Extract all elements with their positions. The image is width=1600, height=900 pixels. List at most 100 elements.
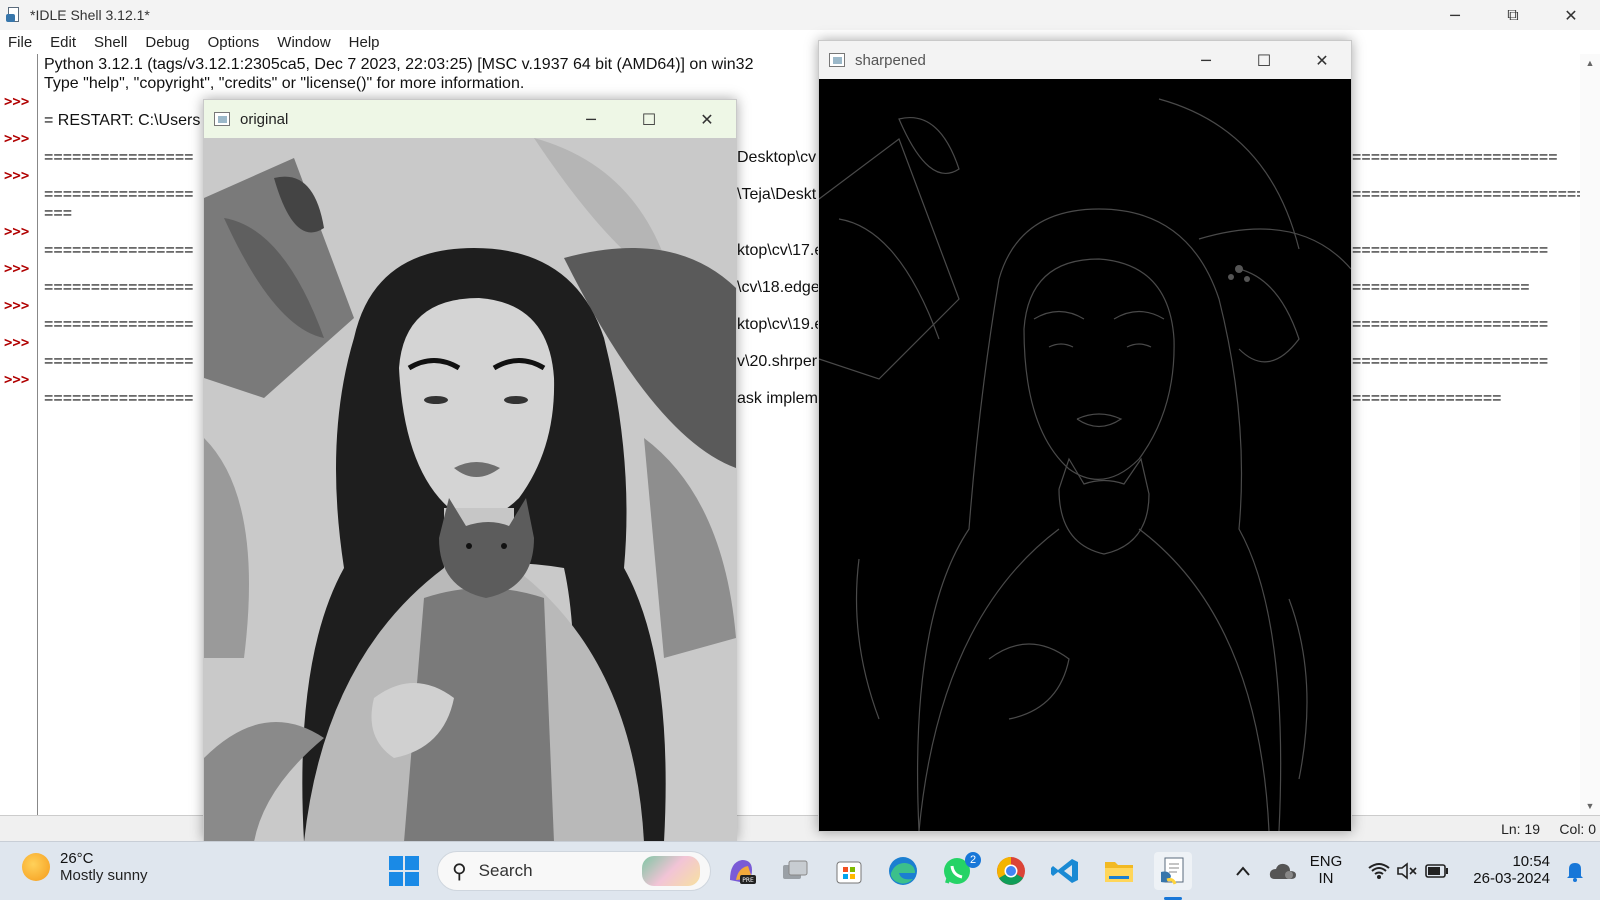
prompt-gutter: >>> >>> >>> >>> >>> >>> >>> >>> [0, 54, 38, 815]
shell-line: Type "help", "copyright", "credits" or "… [44, 75, 525, 92]
weather-temperature: 26°C [60, 850, 94, 867]
restore-icon[interactable]: ⧉ [1484, 0, 1542, 30]
original-window-title-bar[interactable]: original ─ ☐ ✕ [204, 100, 736, 138]
show-hidden-icons-chevron-icon[interactable] [1224, 852, 1262, 890]
language-code: ENG [1309, 853, 1343, 870]
maximize-icon[interactable]: ☐ [1235, 41, 1293, 79]
original-window-controls: ─ ☐ ✕ [562, 100, 736, 138]
task-view-icon[interactable] [776, 852, 814, 890]
menu-file[interactable]: File [8, 34, 32, 51]
original-image-window[interactable]: original ─ ☐ ✕ [203, 99, 737, 842]
close-icon[interactable]: ✕ [1293, 41, 1351, 79]
shell-line: ktop\cv\17.e [737, 242, 824, 259]
chrome-browser-icon[interactable] [992, 852, 1030, 890]
shell-prompt: >>> [4, 168, 30, 184]
minimize-icon[interactable]: ─ [1177, 41, 1235, 79]
file-explorer-icon[interactable] [1100, 852, 1138, 890]
search-icon: ⚲ [452, 859, 467, 883]
original-grayscale-image [204, 138, 736, 842]
idle-title-bar[interactable]: *IDLE Shell 3.12.1* ─ ⧉ ✕ [0, 0, 1600, 30]
shell-line: Desktop\cv [737, 149, 817, 166]
minimize-icon[interactable]: ─ [562, 100, 620, 138]
menu-window[interactable]: Window [277, 34, 330, 51]
window-app-icon [214, 112, 230, 126]
taskbar-clock[interactable]: 10:54 26-03-2024 [1462, 853, 1550, 887]
idle-window-controls: ─ ⧉ ✕ [1426, 0, 1600, 30]
shell-line: ================ [44, 390, 194, 407]
shell-line: ========================= [1352, 186, 1586, 203]
sun-icon [22, 853, 50, 881]
shell-line: \cv\18.edge [737, 279, 820, 296]
battery-icon[interactable] [1418, 852, 1456, 890]
shell-line: ================ [44, 186, 194, 203]
svg-text:PRE: PRE [742, 877, 754, 884]
close-icon[interactable]: ✕ [678, 100, 736, 138]
sharpened-window-title-bar[interactable]: sharpened ─ ☐ ✕ [819, 41, 1351, 79]
shell-line: === [44, 205, 73, 222]
shell-line: ====================== [1352, 149, 1558, 166]
windows-logo-icon [389, 856, 419, 886]
column-number-status: Col: 0 [1559, 821, 1596, 837]
idle-window-title: *IDLE Shell 3.12.1* [30, 7, 150, 23]
shell-scrollbar[interactable]: ▲ ▼ [1580, 54, 1600, 815]
shell-line: ===================== [1352, 242, 1549, 259]
close-icon[interactable]: ✕ [1542, 0, 1600, 30]
shell-prompt: >>> [4, 261, 30, 277]
taskbar-search-box[interactable]: ⚲ Search [437, 851, 711, 891]
sharpened-image-window[interactable]: sharpened ─ ☐ ✕ [818, 40, 1352, 832]
idle-menu-bar: File Edit Shell Debug Options Window Hel… [0, 30, 1600, 54]
edge-browser-icon[interactable] [884, 852, 922, 890]
shell-line: ================ [44, 353, 194, 370]
vscode-icon[interactable] [1046, 852, 1084, 890]
shell-line: = RESTART: C:\Users [44, 112, 201, 129]
microsoft-store-icon[interactable] [830, 852, 868, 890]
shell-line: \Teja\Deskt [737, 186, 817, 203]
shell-line: v\20.shrper [737, 353, 818, 370]
shell-line: ===================== [1352, 353, 1549, 370]
shell-line: Python 3.12.1 (tags/v3.12.1:2305ca5, Dec… [44, 56, 754, 73]
shell-prompt: >>> [4, 335, 30, 351]
scroll-down-icon[interactable]: ▼ [1580, 801, 1600, 811]
shell-prompt: >>> [4, 298, 30, 314]
idle-app-icon [6, 7, 22, 23]
notification-bell-icon[interactable] [1556, 852, 1594, 890]
shell-prompt: >>> [4, 131, 30, 147]
clock-date: 26-03-2024 [1473, 870, 1550, 887]
minimize-icon[interactable]: ─ [1426, 0, 1484, 30]
shell-line: ask impleme [737, 390, 827, 407]
sharpened-window-controls: ─ ☐ ✕ [1177, 41, 1351, 79]
menu-shell[interactable]: Shell [94, 34, 127, 51]
whatsapp-notification-badge: 2 [965, 852, 981, 868]
copilot-preview-icon[interactable]: PRE [722, 852, 760, 890]
weather-widget[interactable]: 26°C Mostly sunny [22, 850, 148, 884]
shell-line: ================ [44, 316, 194, 333]
clock-time: 10:54 [1512, 853, 1550, 870]
weather-condition: Mostly sunny [60, 867, 148, 884]
line-number-status: Ln: 19 [1501, 821, 1540, 837]
weather-text: 26°C Mostly sunny [60, 850, 148, 884]
shell-line: ================ [44, 149, 194, 166]
windows-taskbar: 26°C Mostly sunny ⚲ Search PRE 2 ENG IN … [0, 841, 1600, 900]
menu-edit[interactable]: Edit [50, 34, 76, 51]
scroll-up-icon[interactable]: ▲ [1580, 58, 1600, 68]
original-window-title: original [240, 110, 289, 128]
menu-help[interactable]: Help [349, 34, 380, 51]
maximize-icon[interactable]: ☐ [620, 100, 678, 138]
window-app-icon [829, 53, 845, 67]
menu-options[interactable]: Options [208, 34, 260, 51]
start-button[interactable] [385, 852, 423, 890]
language-indicator[interactable]: ENG IN [1306, 853, 1346, 887]
shell-prompt: >>> [4, 372, 30, 388]
shell-line: =================== [1352, 279, 1530, 296]
shell-line: ================ [44, 242, 194, 259]
onedrive-cloud-icon[interactable] [1264, 852, 1302, 890]
search-placeholder: Search [478, 861, 533, 880]
idle-taskbar-icon[interactable] [1154, 852, 1192, 890]
shell-prompt: >>> [4, 224, 30, 240]
menu-debug[interactable]: Debug [145, 34, 189, 51]
shell-line: ===================== [1352, 316, 1549, 333]
shell-line: ================ [44, 279, 194, 296]
shell-prompt: >>> [4, 94, 30, 110]
shell-line: ktop\cv\19.e [737, 316, 824, 333]
region-code: IN [1318, 870, 1334, 887]
